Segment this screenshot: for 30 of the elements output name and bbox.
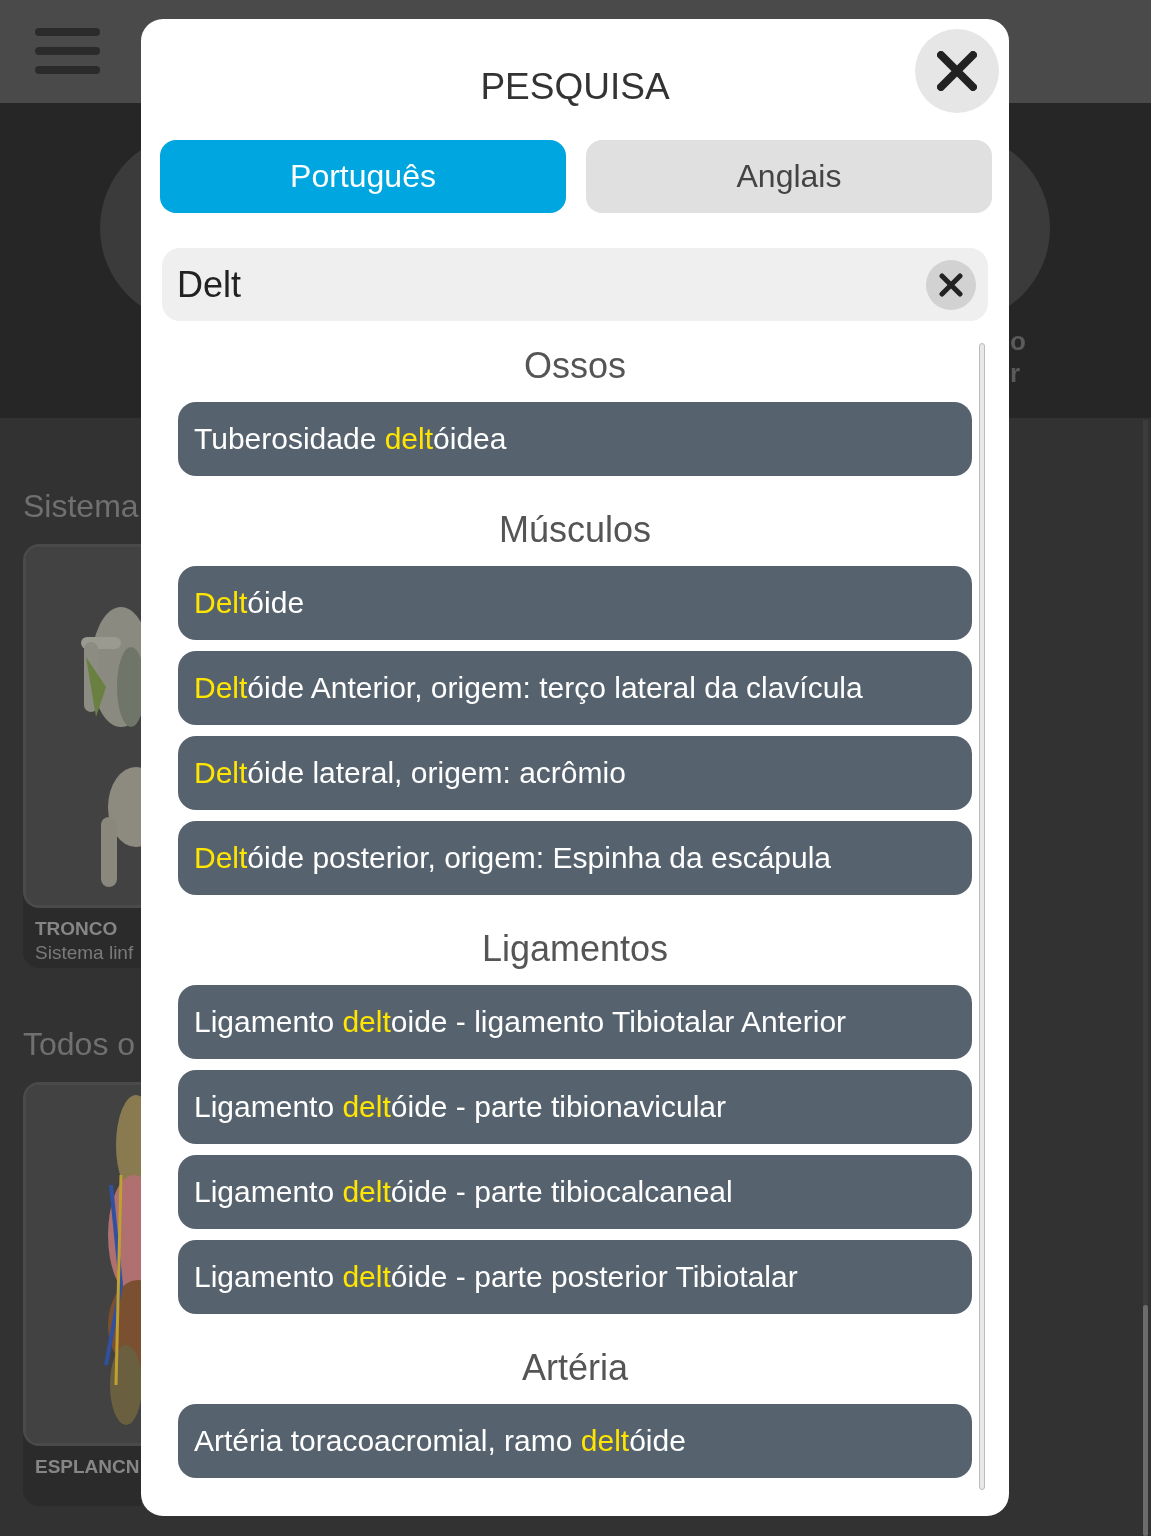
result-item[interactable]: Ligamento deltóide - parte tibiocalcaneal [178,1155,972,1229]
model-card[interactable]: ESPLANCN [23,1082,141,1506]
category-heading: Ligamentos [480,927,670,971]
result-item[interactable]: Deltóide lateral, origem: acrômio [178,736,972,810]
result-item[interactable]: Ligamento deltóide - parte posterior Tibiotalar [178,1240,972,1314]
dialog-title: PESQUISA [479,65,671,109]
result-item[interactable]: Ligamento deltoide - ligamento Tibiotalar Anterior [178,985,972,1059]
result-item[interactable]: Artéria toracoacromial, ramo deltóide [178,1404,972,1478]
card-title: TRONCO [35,918,119,940]
scrollbar[interactable] [1143,420,1148,1536]
result-item[interactable]: Deltóide Anterior, origem: terço lateral da clavícula [178,651,972,725]
scrollbar[interactable] [979,343,985,1490]
section-heading: Sistema [23,487,140,526]
section-heading: Todos o [23,1025,137,1064]
card-title: ESPLANCN [35,1456,141,1478]
category-heading: Músculos [497,508,653,552]
language-tab[interactable]: Anglais [586,140,992,213]
result-item[interactable]: Deltóide [178,566,972,640]
result-item[interactable]: Tuberosidade deltóidea [178,402,972,476]
card-subtitle: Sistema linf [35,942,135,964]
model-card[interactable]: TRONCO Sistema linf [23,544,141,968]
result-item[interactable]: Deltóide posterior, origem: Espinha da escápula [178,821,972,895]
category-heading: Ossos [523,344,627,388]
search-field[interactable]: Delt [162,248,988,321]
menu-icon[interactable] [35,28,100,74]
close-icon [937,51,977,91]
result-item[interactable]: Ligamento deltóide - parte tibionavicular [178,1070,972,1144]
category-heading: Artéria [521,1346,629,1390]
clear-icon [939,272,963,297]
clear-button[interactable] [926,259,976,310]
